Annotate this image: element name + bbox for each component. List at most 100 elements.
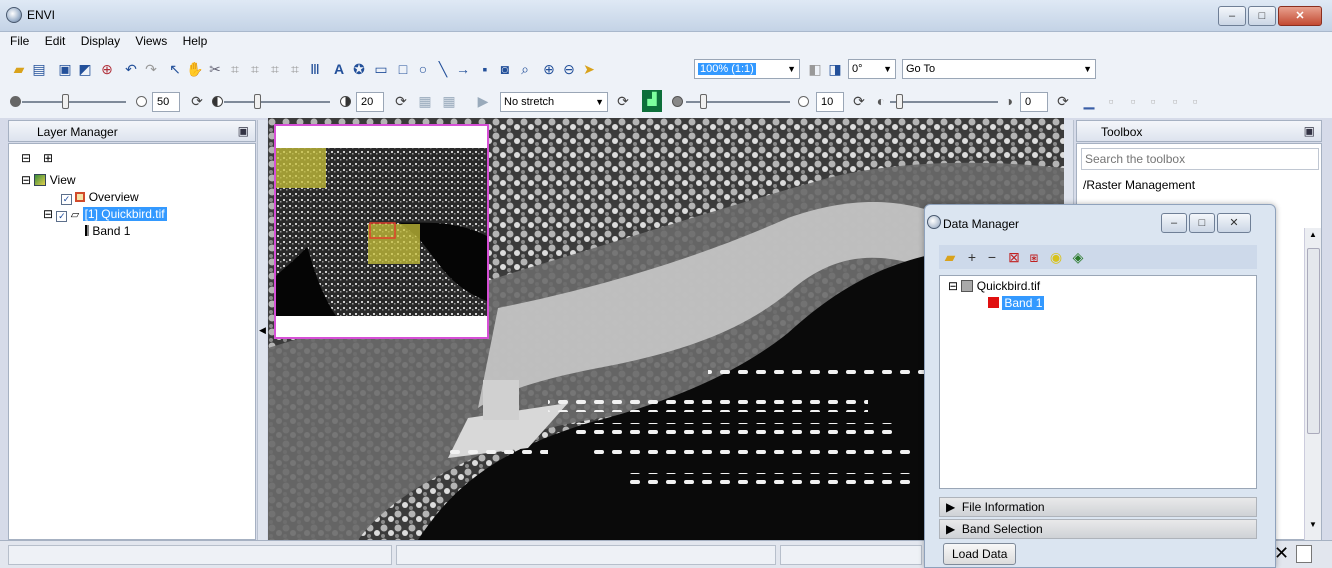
reset-transparency-icon[interactable]: ⟳ [1054, 92, 1072, 110]
collapse-icon[interactable]: ⊟ [948, 279, 958, 293]
histogram-icon[interactable]: ▟ [642, 90, 662, 112]
dm-minimize-button[interactable]: ‒ [1161, 213, 1187, 233]
arrow-icon[interactable]: → [454, 60, 472, 78]
map-key-icon[interactable]: ◙ [496, 60, 514, 78]
collapse-icon[interactable]: ⊟ [21, 173, 31, 187]
maximize-button[interactable]: □ [1248, 6, 1276, 26]
dm-band-1[interactable]: Band 1 [988, 295, 1045, 311]
close-all-icon[interactable]: ⧆ [1025, 248, 1043, 266]
view-icon-1[interactable]: ▫ [1102, 92, 1120, 110]
menu-file[interactable]: File [10, 32, 29, 48]
toolbox-search-input[interactable] [1081, 148, 1319, 170]
select-region-icon[interactable]: ◩ [76, 60, 94, 78]
stretch-select[interactable]: No stretch ▼ [500, 92, 608, 112]
rotate-right-icon[interactable]: ◨ [826, 60, 844, 78]
measure-icon[interactable]: ▁ [1080, 92, 1098, 110]
scroll-up-icon[interactable]: ▲ [1309, 230, 1317, 239]
grid-icon[interactable]: Ⅲ [306, 60, 324, 78]
expand-all-icon[interactable]: ◈ [1069, 248, 1087, 266]
zoom-select[interactable]: 100% (1:1) ▼ [694, 59, 800, 79]
line-icon[interactable]: ╲ [434, 60, 452, 78]
zoom-out-icon[interactable]: ⊖ [560, 60, 578, 78]
checkbox-checked-icon[interactable]: ✓ [56, 211, 68, 222]
zoom-in-icon[interactable]: ⊕ [540, 60, 558, 78]
expand-all-icon[interactable]: ⊞ [43, 150, 53, 166]
polygon-icon[interactable]: ▭ [372, 60, 390, 78]
menu-help[interactable]: Help [183, 32, 208, 48]
collapse-all-icon[interactable]: ⊟ [21, 150, 31, 166]
join-icon[interactable]: ⌗ [266, 60, 284, 78]
text-annotation-icon[interactable]: A [330, 60, 348, 78]
stretch-icon-1[interactable]: ▦ [416, 92, 434, 110]
brightness-value[interactable]: 50 [152, 92, 180, 112]
transparency-slider[interactable] [890, 101, 998, 103]
cut-icon[interactable]: ✂ [206, 60, 224, 78]
ellipse-icon[interactable]: ○ [414, 60, 432, 78]
undo-icon[interactable]: ↶ [122, 60, 140, 78]
magnify-icon[interactable]: ⌕ [516, 60, 534, 78]
symbol-annotation-icon[interactable]: ✪ [350, 60, 368, 78]
reset-stretch-icon[interactable]: ⟳ [614, 92, 632, 110]
tree-item-view[interactable]: ⊟ View [21, 172, 76, 188]
close-file-icon[interactable]: ⊠ [1005, 248, 1023, 266]
sharpen-value[interactable]: 10 [816, 92, 844, 112]
open-folder-icon[interactable]: ▰ [941, 248, 959, 266]
stretch-icon-2[interactable]: ▦ [440, 92, 458, 110]
resize-grip-icon[interactable] [1296, 545, 1312, 563]
contrast-slider[interactable] [224, 101, 330, 103]
sharpen-slider-handle[interactable] [700, 94, 707, 109]
tree-item-overview[interactable]: ✓ Overview [61, 189, 139, 205]
pan-hand-icon[interactable]: ✋ [186, 60, 204, 78]
menu-edit[interactable]: Edit [45, 32, 66, 48]
pin-icon[interactable]: ◉ [1047, 248, 1065, 266]
remove-icon[interactable]: − [983, 248, 1001, 266]
toolbox-item-raster-management[interactable]: /Raster Management [1083, 178, 1195, 192]
band-selection-section[interactable]: ▶ Band Selection [939, 519, 1257, 539]
goto-input[interactable]: Go To ▼ [902, 59, 1096, 79]
dm-maximize-button[interactable]: □ [1189, 213, 1215, 233]
split-icon[interactable]: ⌗ [286, 60, 304, 78]
data-manager-icon[interactable]: ▤ [30, 60, 48, 78]
vector-edit-icon[interactable]: ⌗ [226, 60, 244, 78]
contrast-value[interactable]: 20 [356, 92, 384, 112]
transparency-slider-handle[interactable] [896, 94, 903, 109]
load-data-button[interactable]: Load Data [943, 543, 1017, 565]
collapse-icon[interactable]: ⊟ [43, 207, 53, 221]
reset-sharpen-icon[interactable]: ⟳ [850, 92, 868, 110]
overview-window[interactable] [274, 124, 489, 339]
rotate-left-icon[interactable]: ◧ [806, 60, 824, 78]
select-arrow-icon[interactable]: ↖ [166, 60, 184, 78]
undock-icon[interactable]: ▣ [238, 124, 249, 138]
transparency-value[interactable]: 0 [1020, 92, 1048, 112]
left-splitter[interactable]: ◀ [257, 120, 267, 540]
contrast-slider-handle[interactable] [254, 94, 261, 109]
brightness-slider[interactable] [22, 101, 126, 103]
cancel-process-icon[interactable]: ✕ [1274, 543, 1289, 564]
scrollbar-thumb[interactable] [1307, 248, 1320, 434]
undock-icon[interactable]: ▣ [1304, 124, 1315, 138]
vertex-edit-icon[interactable]: ⌗ [246, 60, 264, 78]
minimize-button[interactable]: ‒ [1218, 6, 1246, 26]
view-icon-4[interactable]: ▫ [1166, 92, 1184, 110]
rotation-select[interactable]: 0° ▼ [848, 59, 896, 79]
collapse-left-arrow-icon[interactable]: ◀ [259, 325, 266, 336]
dm-file-quickbird[interactable]: ⊟ Quickbird.tif [948, 278, 1040, 294]
file-information-section[interactable]: ▶ File Information [939, 497, 1257, 517]
close-button[interactable]: ✕ [1278, 6, 1322, 26]
view-icon-3[interactable]: ▫ [1144, 92, 1162, 110]
menu-views[interactable]: Views [135, 32, 167, 48]
checkbox-checked-icon[interactable]: ✓ [61, 194, 72, 205]
crosshair-icon[interactable]: ⊕ [98, 60, 116, 78]
redo-icon[interactable]: ↷ [142, 60, 160, 78]
toolbox-scrollbar[interactable]: ▲ ▼ [1304, 228, 1321, 540]
rectangle-icon[interactable]: □ [394, 60, 412, 78]
tree-item-band1[interactable]: Band 1 [85, 223, 130, 239]
layer-manager-icon[interactable]: ▣ [56, 60, 74, 78]
reset-contrast-icon[interactable]: ⟳ [392, 92, 410, 110]
stretch-apply-icon[interactable]: ▶ [474, 92, 492, 110]
dm-close-button[interactable]: ✕ [1217, 213, 1251, 233]
fly-icon[interactable]: ➤ [580, 60, 598, 78]
scroll-down-icon[interactable]: ▼ [1309, 520, 1317, 529]
view-icon-5[interactable]: ▫ [1186, 92, 1204, 110]
add-icon[interactable]: + [963, 248, 981, 266]
